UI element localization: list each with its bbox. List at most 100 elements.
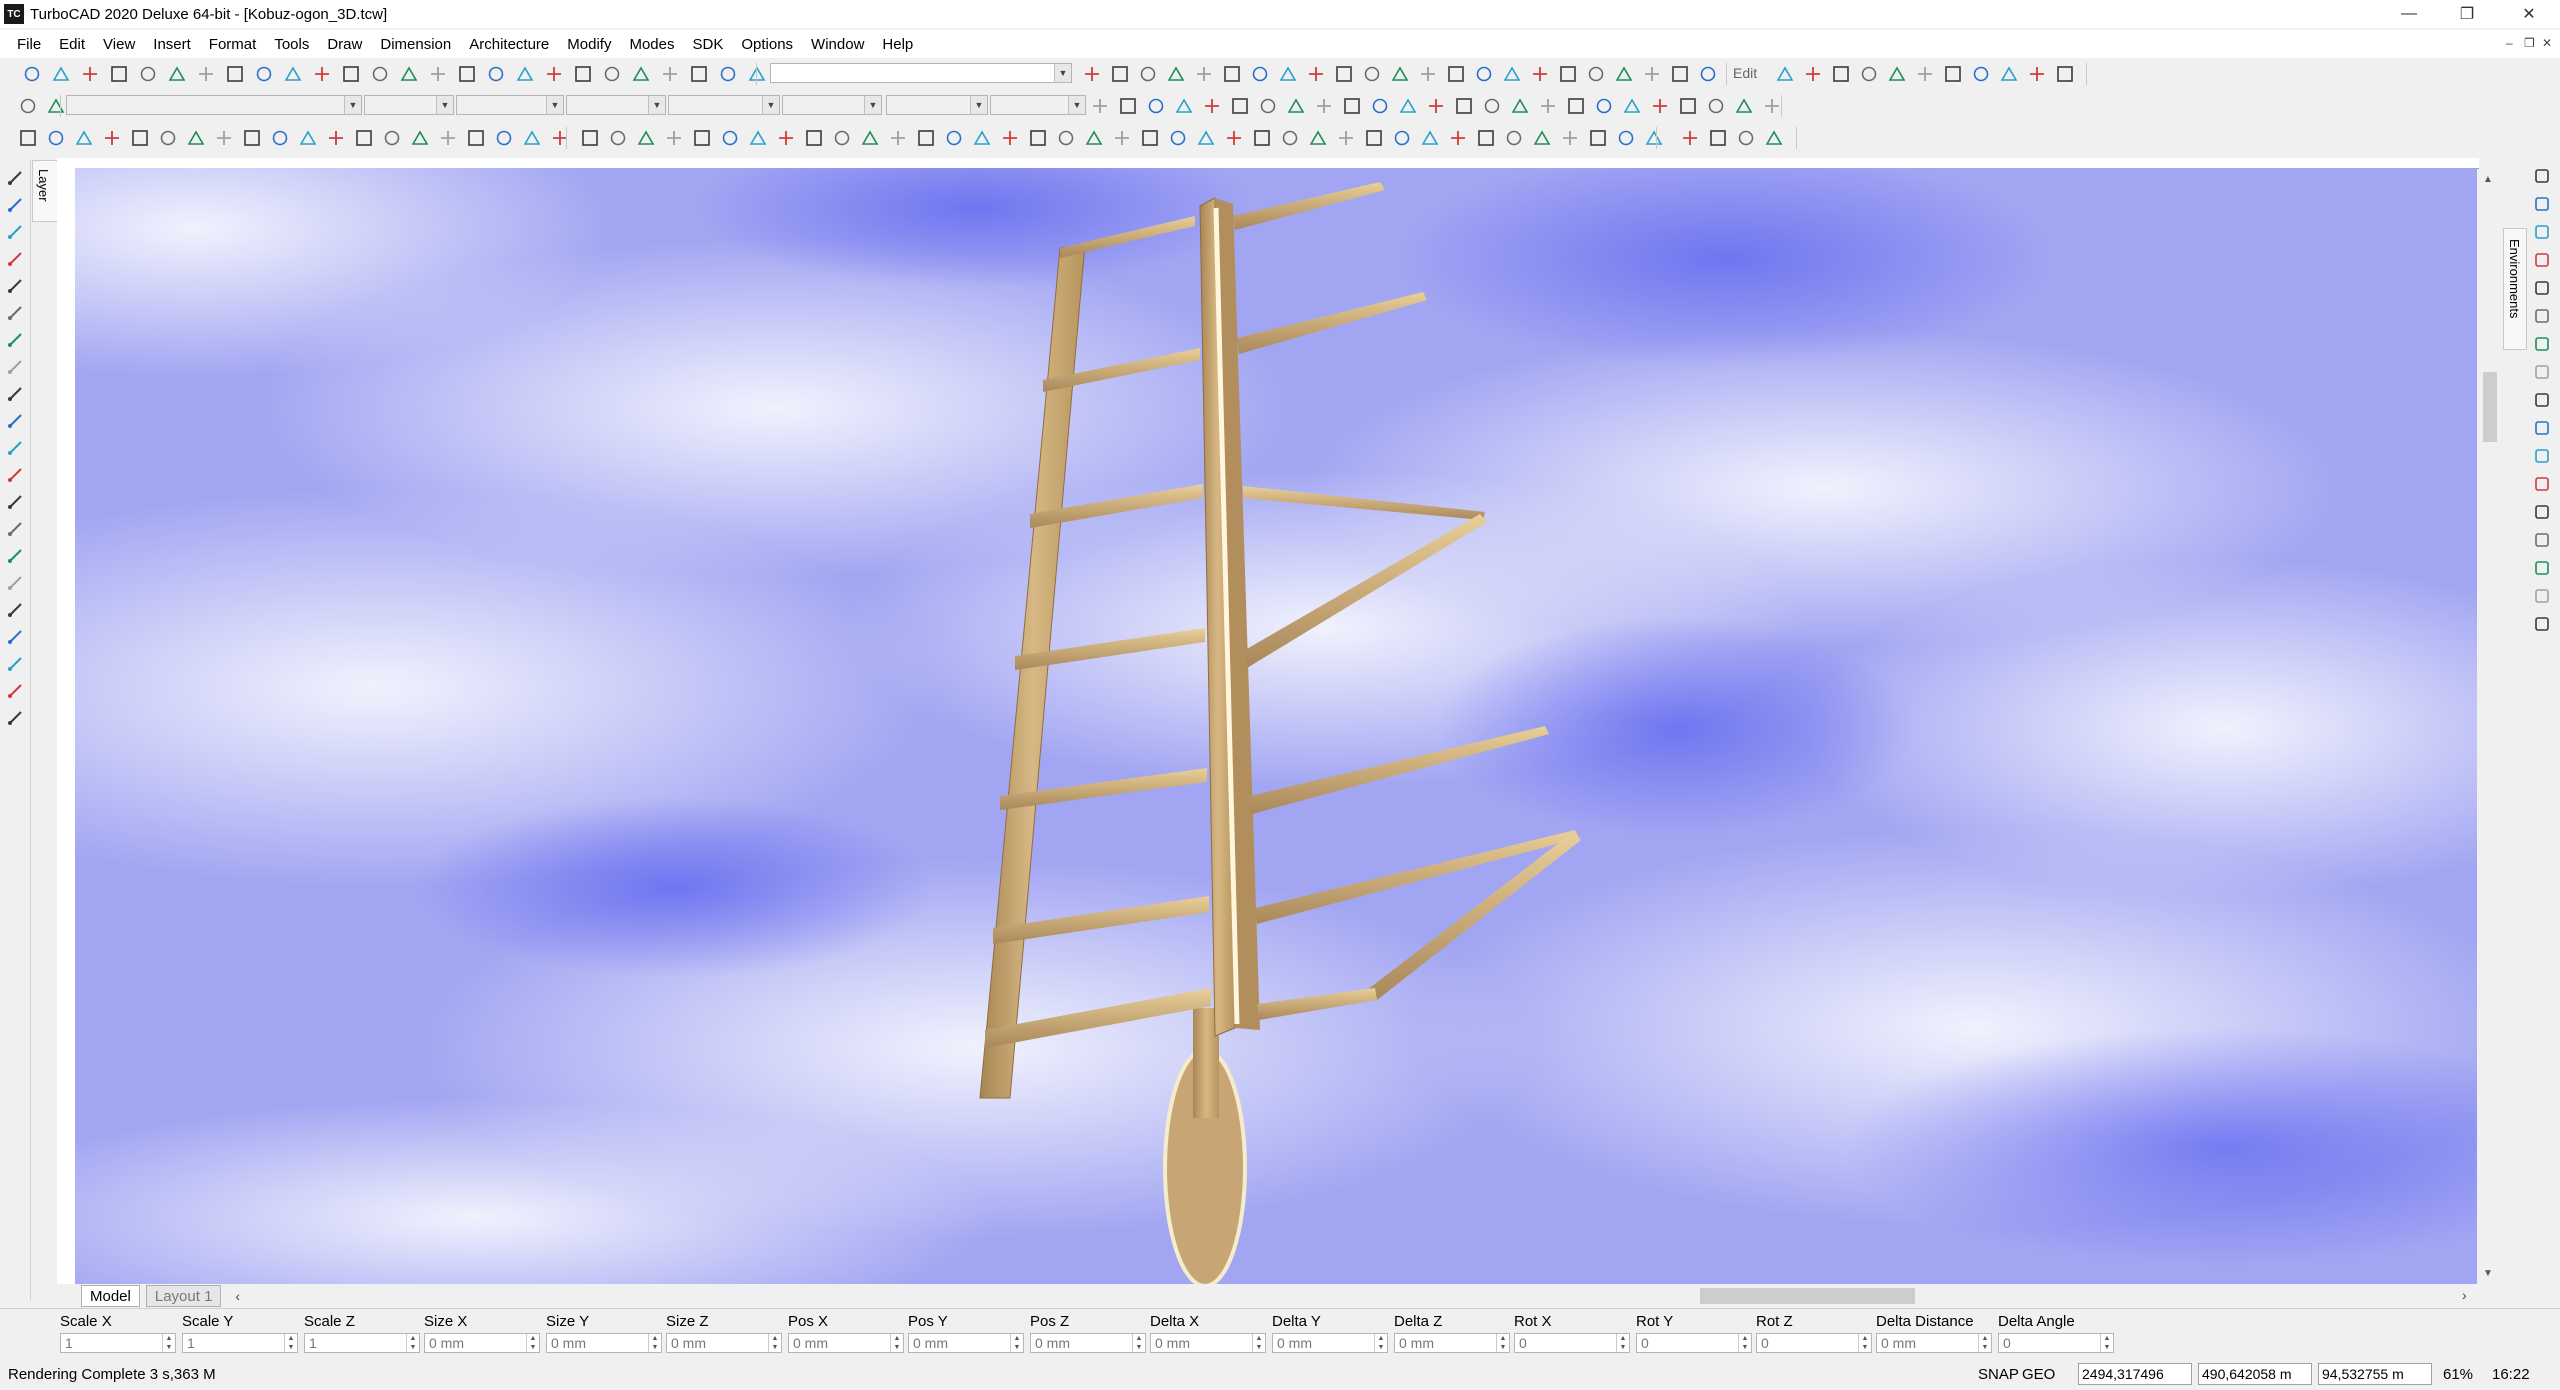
snap-indicator[interactable]: SNAP: [1978, 1366, 2019, 1383]
inspector-field[interactable]: 0 mm ▲ ▼: [1876, 1333, 1992, 1353]
toolbar-tool-icon[interactable]: [80, 64, 100, 84]
toolbar-tool-icon[interactable]: [1614, 64, 1634, 84]
toolbar-tool-icon[interactable]: [1678, 96, 1698, 116]
toolbar-tool-icon[interactable]: [747, 64, 767, 84]
toolbar-tool-icon[interactable]: [1670, 64, 1690, 84]
menu-modify[interactable]: Modify: [558, 36, 620, 53]
toolbar-tool-icon[interactable]: [832, 128, 852, 148]
toolbox-tool-icon[interactable]: [5, 330, 25, 350]
toolbar-tool-icon[interactable]: [804, 128, 824, 148]
geo-indicator[interactable]: GEO: [2022, 1366, 2055, 1383]
toolbar-tool-icon[interactable]: [1616, 128, 1636, 148]
toolbar-tool-icon[interactable]: [1454, 96, 1474, 116]
toolbar-tool-icon[interactable]: [944, 128, 964, 148]
toolbar-tool-icon[interactable]: [341, 64, 361, 84]
toolbar-tool-icon[interactable]: [1398, 96, 1418, 116]
spinner-icon[interactable]: ▲ ▼: [1252, 1334, 1265, 1352]
toolbar-tool-icon[interactable]: [1622, 96, 1642, 116]
vertical-scrollbar[interactable]: ▲ ▼: [2479, 168, 2501, 1284]
toolbar-tool-icon[interactable]: [1140, 128, 1160, 148]
toolbar-tool-icon[interactable]: [354, 128, 374, 148]
pattern-combo[interactable]: ▼: [668, 95, 780, 115]
toolbar-tool-icon[interactable]: [1736, 128, 1756, 148]
toolbar-tool-icon[interactable]: [494, 128, 514, 148]
environments-side-tab[interactable]: Environments: [2503, 228, 2527, 350]
scale-combo[interactable]: ▼: [782, 95, 882, 115]
toolbar-tool-icon[interactable]: [1762, 96, 1782, 116]
inspector-field[interactable]: 1 ▲ ▼: [182, 1333, 298, 1353]
toolbox-tool-icon[interactable]: [5, 708, 25, 728]
palette-tool-icon[interactable]: [2532, 446, 2552, 466]
toolbar-tool-icon[interactable]: [692, 128, 712, 148]
toolbar-tool-icon[interactable]: [158, 128, 178, 148]
restore-button[interactable]: ❐: [2438, 0, 2496, 28]
toolbar-tool-icon[interactable]: [580, 128, 600, 148]
toolbar-tool-icon[interactable]: [1474, 64, 1494, 84]
horizontal-scroll-thumb[interactable]: [1700, 1288, 1915, 1304]
toolbar-tool-icon[interactable]: [130, 128, 150, 148]
toolbar-tool-icon[interactable]: [326, 128, 346, 148]
spinner-icon[interactable]: ▲ ▼: [1738, 1334, 1751, 1352]
spinner-icon[interactable]: ▲ ▼: [1374, 1334, 1387, 1352]
toolbar-tool-icon[interactable]: [1887, 64, 1907, 84]
chevron-down-icon[interactable]: ▼: [2483, 1268, 2493, 1279]
toolbar-tool-icon[interactable]: [74, 128, 94, 148]
inspector-field[interactable]: 0 mm ▲ ▼: [788, 1333, 904, 1353]
toolbar-tool-icon[interactable]: [1420, 128, 1440, 148]
toolbox-tool-icon[interactable]: [5, 384, 25, 404]
toolbar-tool-icon[interactable]: [410, 128, 430, 148]
toolbar-tool-icon[interactable]: [602, 64, 622, 84]
toolbar-tool-icon[interactable]: [1538, 96, 1558, 116]
toolbar-tool-icon[interactable]: [46, 128, 66, 148]
toolbar-tool-icon[interactable]: [1566, 96, 1586, 116]
menu-view[interactable]: View: [94, 36, 144, 53]
toolbar-tool-icon[interactable]: [720, 128, 740, 148]
toolbar-tool-icon[interactable]: [167, 64, 187, 84]
toolbar-tool-icon[interactable]: [1831, 64, 1851, 84]
toolbar-tool-icon[interactable]: [776, 128, 796, 148]
toolbox-tool-icon[interactable]: [5, 681, 25, 701]
toolbox-tool-icon[interactable]: [5, 303, 25, 323]
inspector-field[interactable]: 0 mm ▲ ▼: [424, 1333, 540, 1353]
toolbar-tool-icon[interactable]: [1278, 64, 1298, 84]
toolbar-tool-icon[interactable]: [1084, 128, 1104, 148]
toolbar-tool-icon[interactable]: [1224, 128, 1244, 148]
inspector-field[interactable]: 1 ▲ ▼: [304, 1333, 420, 1353]
spinner-icon[interactable]: ▲ ▼: [406, 1334, 419, 1352]
toolbar-tool-icon[interactable]: [1146, 96, 1166, 116]
toolbox-tool-icon[interactable]: [5, 438, 25, 458]
inspector-field[interactable]: 0 ▲ ▼: [1514, 1333, 1630, 1353]
toolbar-tool-icon[interactable]: [1734, 96, 1754, 116]
menu-file[interactable]: File: [8, 36, 50, 53]
toolbar-tool-icon[interactable]: [102, 128, 122, 148]
toolbar-tool-icon[interactable]: [486, 64, 506, 84]
toolbar-tool-icon[interactable]: [631, 64, 651, 84]
toolbar-tool-icon[interactable]: [1000, 128, 1020, 148]
toolbox-tool-icon[interactable]: [5, 654, 25, 674]
toolbar-tool-icon[interactable]: [544, 64, 564, 84]
toolbar-tool-icon[interactable]: [1112, 128, 1132, 148]
toolbar-tool-icon[interactable]: [109, 64, 129, 84]
palette-tool-icon[interactable]: [2532, 614, 2552, 634]
menu-window[interactable]: Window: [802, 36, 873, 53]
toolbox-tool-icon[interactable]: [5, 195, 25, 215]
toolbar-tool-icon[interactable]: [1532, 128, 1552, 148]
minimize-button[interactable]: —: [2380, 0, 2438, 28]
palette-tool-icon[interactable]: [2532, 222, 2552, 242]
toolbar-tool-icon[interactable]: [1502, 64, 1522, 84]
toolbox-tool-icon[interactable]: [5, 249, 25, 269]
inspector-field[interactable]: 0 mm ▲ ▼: [1030, 1333, 1146, 1353]
menu-options[interactable]: Options: [732, 36, 802, 53]
spinner-icon[interactable]: ▲ ▼: [526, 1334, 539, 1352]
toolbar-tool-icon[interactable]: [254, 64, 274, 84]
pen-combo[interactable]: ▼: [66, 95, 362, 115]
toolbar-tool-icon[interactable]: [1426, 96, 1446, 116]
palette-tool-icon[interactable]: [2532, 250, 2552, 270]
toolbar-tool-icon[interactable]: [1222, 64, 1242, 84]
toolbar-tool-icon[interactable]: [1510, 96, 1530, 116]
toolbar-tool-icon[interactable]: [1448, 128, 1468, 148]
mdi-restore-icon[interactable]: ❐: [2524, 36, 2535, 50]
toolbar-tool-icon[interactable]: [1482, 96, 1502, 116]
menu-tools[interactable]: Tools: [265, 36, 318, 53]
spinner-icon[interactable]: ▲ ▼: [1978, 1334, 1991, 1352]
